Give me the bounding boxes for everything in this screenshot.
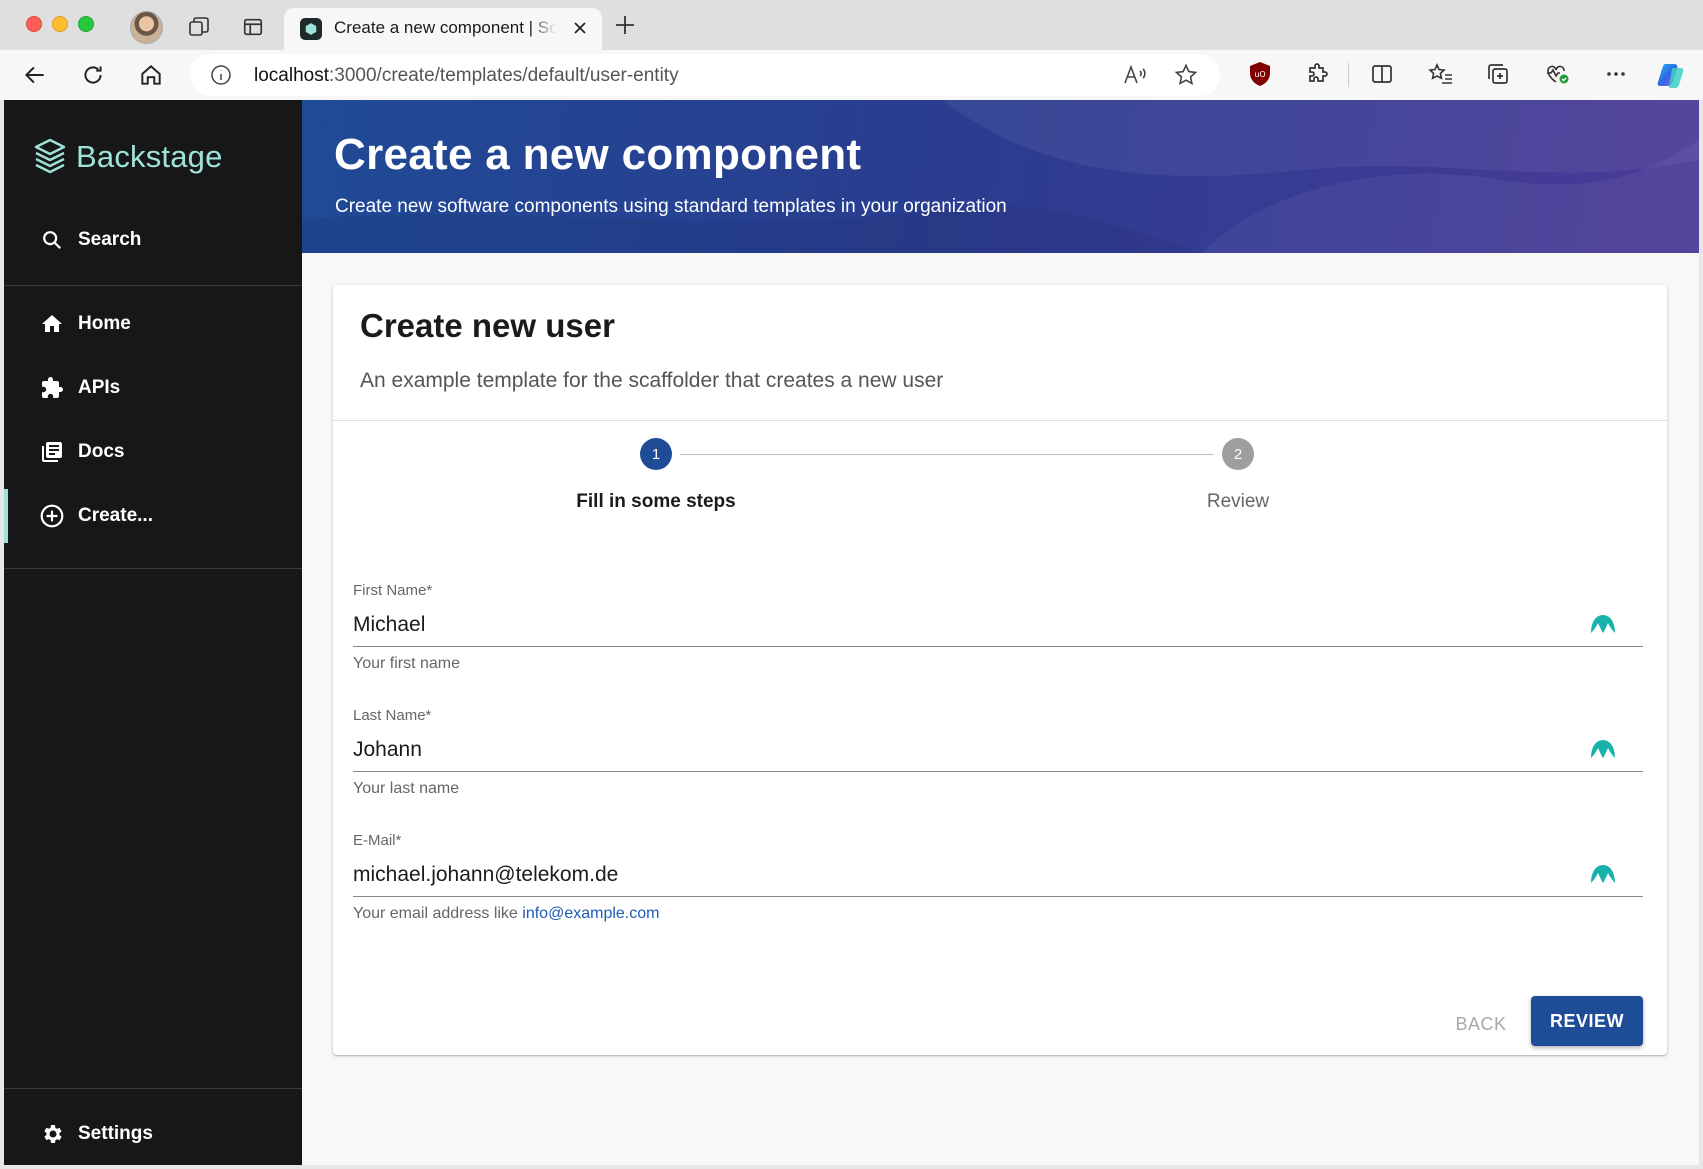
- template-description: An example template for the scaffolder t…: [360, 369, 944, 392]
- first-name-input[interactable]: [353, 607, 1553, 643]
- template-card: Create new user An example template for …: [333, 285, 1667, 1055]
- browser-tab-active[interactable]: Create a new component | Scaffolder: [284, 8, 602, 50]
- back-button[interactable]: BACK: [1431, 1003, 1531, 1045]
- workspaces-icon[interactable]: [186, 14, 212, 40]
- field-helper-text: Your email address like info@example.com: [353, 905, 660, 922]
- split-screen-icon[interactable]: [1370, 62, 1394, 86]
- home-icon: [38, 310, 66, 338]
- window-zoom-button[interactable]: [78, 16, 94, 32]
- password-manager-icon[interactable]: [1589, 738, 1617, 762]
- page-header: Create a new component Create new softwa…: [302, 100, 1699, 253]
- svg-text:uO: uO: [1254, 70, 1265, 79]
- field-input-wrapper: [353, 607, 1643, 647]
- sidebar-item-label: Search: [78, 229, 142, 250]
- add-circle-icon: [38, 502, 66, 530]
- backstage-logo[interactable]: Backstage: [34, 138, 223, 176]
- email-field: E-Mail* Your email address like info@exa…: [353, 832, 1643, 923]
- puzzle-icon: [38, 374, 66, 402]
- review-button[interactable]: REVIEW: [1531, 996, 1643, 1046]
- sidebar-item-settings[interactable]: Settings: [4, 1107, 302, 1161]
- sidebar-divider: [4, 568, 302, 569]
- site-info-icon[interactable]: [210, 64, 232, 86]
- sidebar-item-search[interactable]: Search: [4, 213, 302, 267]
- backstage-logo-icon: [34, 138, 66, 174]
- collections-icon[interactable]: [1486, 62, 1510, 86]
- tab-title: Create a new component | Scaffolder: [334, 18, 556, 37]
- search-icon: [38, 226, 66, 254]
- sidebar-item-label: APIs: [78, 377, 121, 398]
- gear-icon: [38, 1120, 66, 1148]
- more-menu-icon[interactable]: [1604, 62, 1628, 86]
- sidebar-item-label: Settings: [78, 1123, 153, 1144]
- page-title: Create a new component: [334, 130, 862, 179]
- logo-text: Backstage: [76, 139, 223, 174]
- field-input-wrapper: [353, 732, 1643, 772]
- step-2-circle[interactable]: 2: [1222, 438, 1254, 470]
- address-bar[interactable]: localhost:3000/create/templates/default/…: [190, 54, 1220, 96]
- browser-toolbar: localhost:3000/create/templates/default/…: [0, 50, 1703, 100]
- step-2-label: Review: [1206, 491, 1270, 512]
- backstage-favicon-icon: [300, 18, 322, 40]
- template-title: Create new user: [360, 307, 615, 344]
- favorite-star-icon[interactable]: [1174, 63, 1198, 87]
- sidebar-item-apis[interactable]: APIs: [4, 361, 302, 415]
- step-1-label: Fill in some steps: [576, 491, 736, 512]
- vertical-tabs-icon[interactable]: [240, 14, 266, 40]
- step-1-circle[interactable]: 1: [640, 438, 672, 470]
- library-icon: [38, 438, 66, 466]
- email-input[interactable]: [353, 857, 1553, 893]
- sidebar-item-label: Home: [78, 313, 131, 334]
- card-header: Create new user An example template for …: [333, 285, 1667, 421]
- sidebar: Backstage Search Home APIs Docs Create..…: [4, 100, 302, 1165]
- browser-tab-strip: Create a new component | Scaffolder: [0, 0, 1703, 50]
- home-browser-icon[interactable]: [138, 62, 164, 88]
- password-manager-icon[interactable]: [1589, 613, 1617, 637]
- reload-icon[interactable]: [80, 62, 106, 88]
- stepper-connector: [680, 454, 1214, 455]
- sidebar-item-label: Create...: [78, 505, 153, 526]
- ublock-extension-icon[interactable]: uO: [1248, 61, 1272, 87]
- tab-close-icon[interactable]: [572, 20, 588, 36]
- sidebar-item-home[interactable]: Home: [4, 297, 302, 351]
- browser-essentials-icon[interactable]: [1544, 62, 1570, 86]
- window-minimize-button[interactable]: [52, 16, 68, 32]
- browser-profile-avatar[interactable]: [130, 11, 163, 44]
- page-subtitle: Create new software components using sta…: [335, 196, 1007, 217]
- field-input-wrapper: [353, 857, 1643, 897]
- window-close-button[interactable]: [26, 16, 42, 32]
- copilot-icon[interactable]: [1656, 60, 1686, 90]
- sidebar-item-docs[interactable]: Docs: [4, 425, 302, 479]
- last-name-field: Last Name* Your last name: [353, 707, 1643, 798]
- toolbar-separator: [1348, 63, 1349, 87]
- field-helper-text: Your last name: [353, 780, 460, 797]
- field-label: First Name*: [353, 582, 433, 599]
- sidebar-item-label: Docs: [78, 441, 125, 462]
- sidebar-divider: [4, 1088, 302, 1089]
- sidebar-item-create[interactable]: Create...: [4, 489, 302, 543]
- backstage-app: Backstage Search Home APIs Docs Create..…: [4, 100, 1699, 1165]
- url-text: localhost:3000/create/templates/default/…: [254, 65, 679, 86]
- first-name-field: First Name* Your first name: [353, 582, 1643, 673]
- last-name-input[interactable]: [353, 732, 1553, 768]
- extensions-icon[interactable]: [1306, 62, 1330, 86]
- sidebar-divider: [4, 285, 302, 286]
- new-tab-icon[interactable]: [614, 14, 636, 36]
- example-email-link[interactable]: info@example.com: [522, 905, 659, 922]
- read-aloud-icon[interactable]: [1122, 63, 1148, 87]
- field-label: Last Name*: [353, 707, 432, 724]
- field-label: E-Mail*: [353, 832, 402, 849]
- password-manager-icon[interactable]: [1589, 863, 1617, 887]
- favorites-list-icon[interactable]: [1428, 62, 1454, 86]
- back-arrow-icon[interactable]: [22, 62, 48, 88]
- field-helper-text: Your first name: [353, 655, 461, 672]
